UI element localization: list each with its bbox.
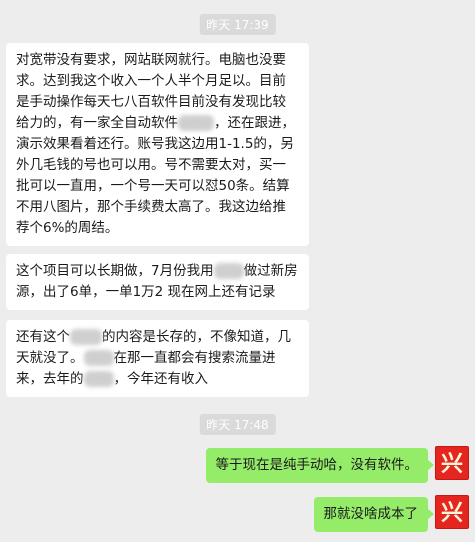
timestamp: 昨天 17:39 xyxy=(199,14,276,35)
avatar-glyph: 兴 xyxy=(440,451,463,477)
redacted-blur xyxy=(83,350,114,366)
incoming-message[interactable]: 还有这个 的内容是长存的，不像知道，几天就没了。 在那一直都会有搜索流量进来，去年的… xyxy=(6,320,309,397)
redacted-blur xyxy=(83,371,114,387)
redacted-blur xyxy=(70,329,102,345)
outgoing-message[interactable]: 等于现在是纯手动哈，没有软件。 xyxy=(205,448,434,483)
message-text: 那就没啥成本了 xyxy=(323,506,419,522)
incoming-message[interactable]: 对宽带没有要求，网站联网就行。电脑也没要求。达到我这个收入一个人半个月足以。目前… xyxy=(6,43,309,246)
outgoing-message[interactable]: 那就没啥成本了 xyxy=(313,497,434,532)
timestamp: 昨天 17:48 xyxy=(199,414,276,435)
incoming-message[interactable]: 这个项目可以长期做，7月份我用 做过新房源，出了6单，一单1万2 现在网上还有记录 xyxy=(6,254,309,310)
message-text: 还有这个 xyxy=(16,329,70,345)
message-text: ，还在跟进，演示效果看着还行。账号我这边用1-1.5的，另外几毛钱的号也可以用。… xyxy=(16,115,295,236)
message-text: ，今年还有收入 xyxy=(113,371,209,387)
redacted-blur xyxy=(178,115,214,131)
redacted-blur xyxy=(213,263,244,279)
message-text: 这个项目可以长期做，7月份我用 xyxy=(16,263,214,279)
message-text: 等于现在是纯手动哈，没有软件。 xyxy=(215,457,419,473)
avatar-xing-icon[interactable]: 兴 xyxy=(435,446,469,480)
avatar-xing-icon[interactable]: 兴 xyxy=(435,495,469,529)
avatar-glyph: 兴 xyxy=(440,500,463,526)
